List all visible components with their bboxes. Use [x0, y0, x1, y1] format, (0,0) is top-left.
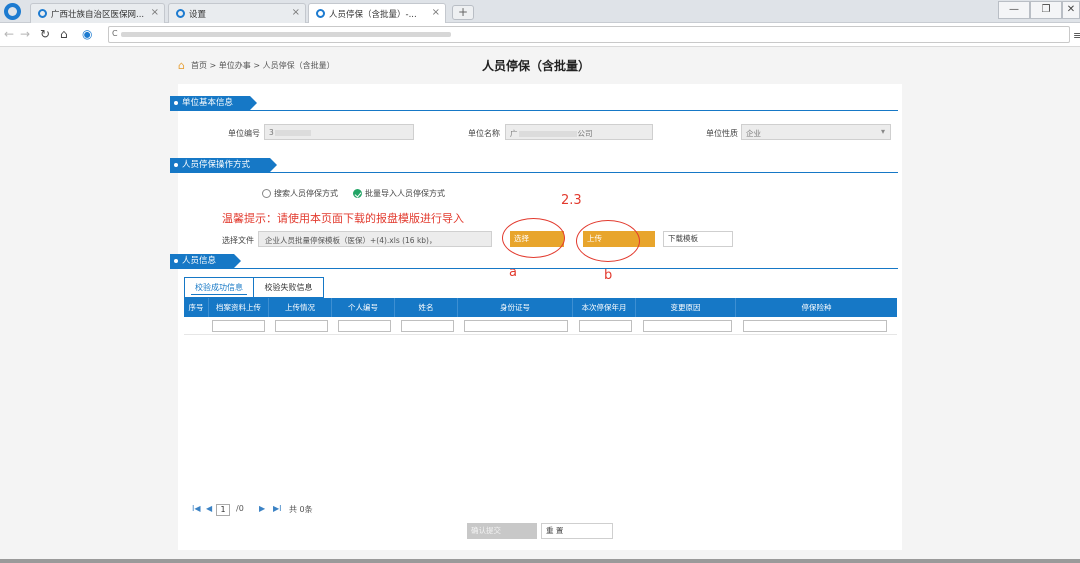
col-person-no: 个人编号: [332, 298, 395, 317]
redacted-url: [121, 32, 451, 37]
col-upload-status: 上传情况: [269, 298, 332, 317]
page-total: /0: [236, 504, 244, 513]
file-label: 选择文件: [222, 236, 254, 245]
filter-input[interactable]: [401, 320, 454, 332]
window-close-button[interactable]: ✕: [1062, 1, 1080, 19]
radio-batch-mode[interactable]: 批量导入人员停保方式: [353, 188, 445, 199]
download-template-button[interactable]: 下载模板: [663, 231, 733, 247]
page-number-input[interactable]: 1: [216, 504, 230, 516]
unit-code-field[interactable]: 3: [264, 124, 414, 140]
col-name: 姓名: [395, 298, 458, 317]
menu-icon[interactable]: ≡: [1073, 29, 1080, 42]
filter-input[interactable]: [743, 320, 887, 332]
file-path-field[interactable]: 企业人员批量停保模板（医保）+(4).xls (16 kb)，: [258, 231, 492, 247]
first-page-icon[interactable]: I◀: [192, 504, 201, 513]
tab-verify-failure[interactable]: 校验失败信息: [253, 277, 324, 298]
close-icon[interactable]: ×: [292, 7, 300, 18]
maximize-button[interactable]: ❐: [1030, 1, 1062, 19]
browser-tab-1[interactable]: 广西壮族自治区医保网... ×: [30, 3, 165, 23]
unit-name-field[interactable]: 广公司: [505, 124, 653, 140]
address-bar[interactable]: C: [108, 26, 1070, 43]
annotation-label-b: b: [604, 268, 613, 283]
page-title: 人员停保（含批量）: [482, 59, 591, 73]
col-insurance-type: 停保险种: [801, 303, 832, 312]
redacted-value: [274, 130, 311, 136]
forward-icon[interactable]: →: [20, 27, 30, 41]
site-icon: [38, 9, 47, 18]
filter-input[interactable]: [464, 320, 568, 332]
table-filter-row: [184, 317, 897, 335]
close-icon[interactable]: ×: [151, 7, 159, 18]
section-divider: [170, 172, 898, 173]
filter-input[interactable]: [579, 320, 632, 332]
check-circle-icon[interactable]: [353, 189, 362, 198]
home-icon[interactable]: ⌂: [178, 60, 188, 71]
annotation-circle-b: [576, 220, 640, 262]
site-icon: [316, 9, 325, 18]
redacted-value: [518, 131, 577, 137]
window-bottom-edge: [0, 559, 1080, 563]
site-icon: ◉: [82, 27, 93, 41]
tab-verify-success[interactable]: 校验成功信息: [184, 277, 254, 298]
new-tab-button[interactable]: +: [452, 5, 474, 20]
unit-name-label: 单位名称: [468, 129, 500, 138]
back-icon[interactable]: ←: [4, 27, 14, 41]
section-unit-info: 单位基本信息: [170, 96, 257, 111]
confirm-submit-button[interactable]: 确认提交: [467, 523, 537, 539]
radio-search-mode[interactable]: 搜索人员停保方式: [262, 188, 338, 199]
reset-button[interactable]: 重 置: [541, 523, 613, 539]
home-icon[interactable]: ⌂: [60, 27, 68, 41]
table-header: 序号 档案资料上传 上传情况 个人编号 姓名 身份证号 本次停保年月 变更原因 …: [184, 298, 897, 317]
unit-code-label: 单位编号: [228, 129, 260, 138]
site-icon: [176, 9, 185, 18]
next-page-icon[interactable]: ▶: [259, 504, 265, 513]
unit-nature-select[interactable]: 企业 ▾: [741, 124, 891, 140]
minimize-button[interactable]: —: [998, 1, 1030, 19]
section-divider: [170, 268, 898, 269]
section-operation-mode: 人员停保操作方式: [170, 158, 277, 173]
warm-tip: 温馨提示：请使用本页面下载的报盘模版进行导入: [222, 212, 464, 225]
annotation-circle-a: [502, 218, 565, 258]
browser-tab-bar: 广西壮族自治区医保网... × 设置 × 人员停保（含批量）-... × + —…: [0, 0, 1080, 23]
col-archive-upload: 档案资料上传: [209, 298, 269, 317]
filter-input[interactable]: [643, 320, 732, 332]
annotation-step: 2.3: [561, 193, 582, 208]
col-index: 序号: [184, 298, 209, 317]
filter-input[interactable]: [275, 320, 328, 332]
filter-input[interactable]: [212, 320, 265, 332]
browser-tab-3[interactable]: 人员停保（含批量）-... ×: [308, 3, 446, 23]
section-person-info: 人员信息: [170, 254, 241, 269]
section-divider: [170, 110, 898, 111]
filter-input[interactable]: [338, 320, 391, 332]
prev-page-icon[interactable]: ◀: [206, 504, 212, 513]
browser-logo-icon[interactable]: [4, 3, 21, 20]
browser-nav-bar: ← → ↻ ⌂ ◉ C ≡: [0, 23, 1080, 47]
browser-tab-2[interactable]: 设置 ×: [168, 3, 306, 23]
col-stop-month: 本次停保年月: [573, 298, 636, 317]
last-page-icon[interactable]: ▶I: [273, 504, 282, 513]
record-count: 共 0条: [289, 505, 313, 514]
col-change-reason: 变更原因: [636, 298, 736, 317]
close-icon[interactable]: ×: [432, 7, 440, 18]
radio-icon[interactable]: [262, 189, 271, 198]
chevron-down-icon: ▾: [880, 127, 885, 136]
breadcrumb: ⌂ 首页 > 单位办事 > 人员停保（含批量）: [178, 59, 335, 72]
col-id-number: 身份证号: [458, 298, 573, 317]
unit-nature-label: 单位性质: [706, 129, 738, 138]
reload-icon[interactable]: ↻: [40, 27, 50, 41]
